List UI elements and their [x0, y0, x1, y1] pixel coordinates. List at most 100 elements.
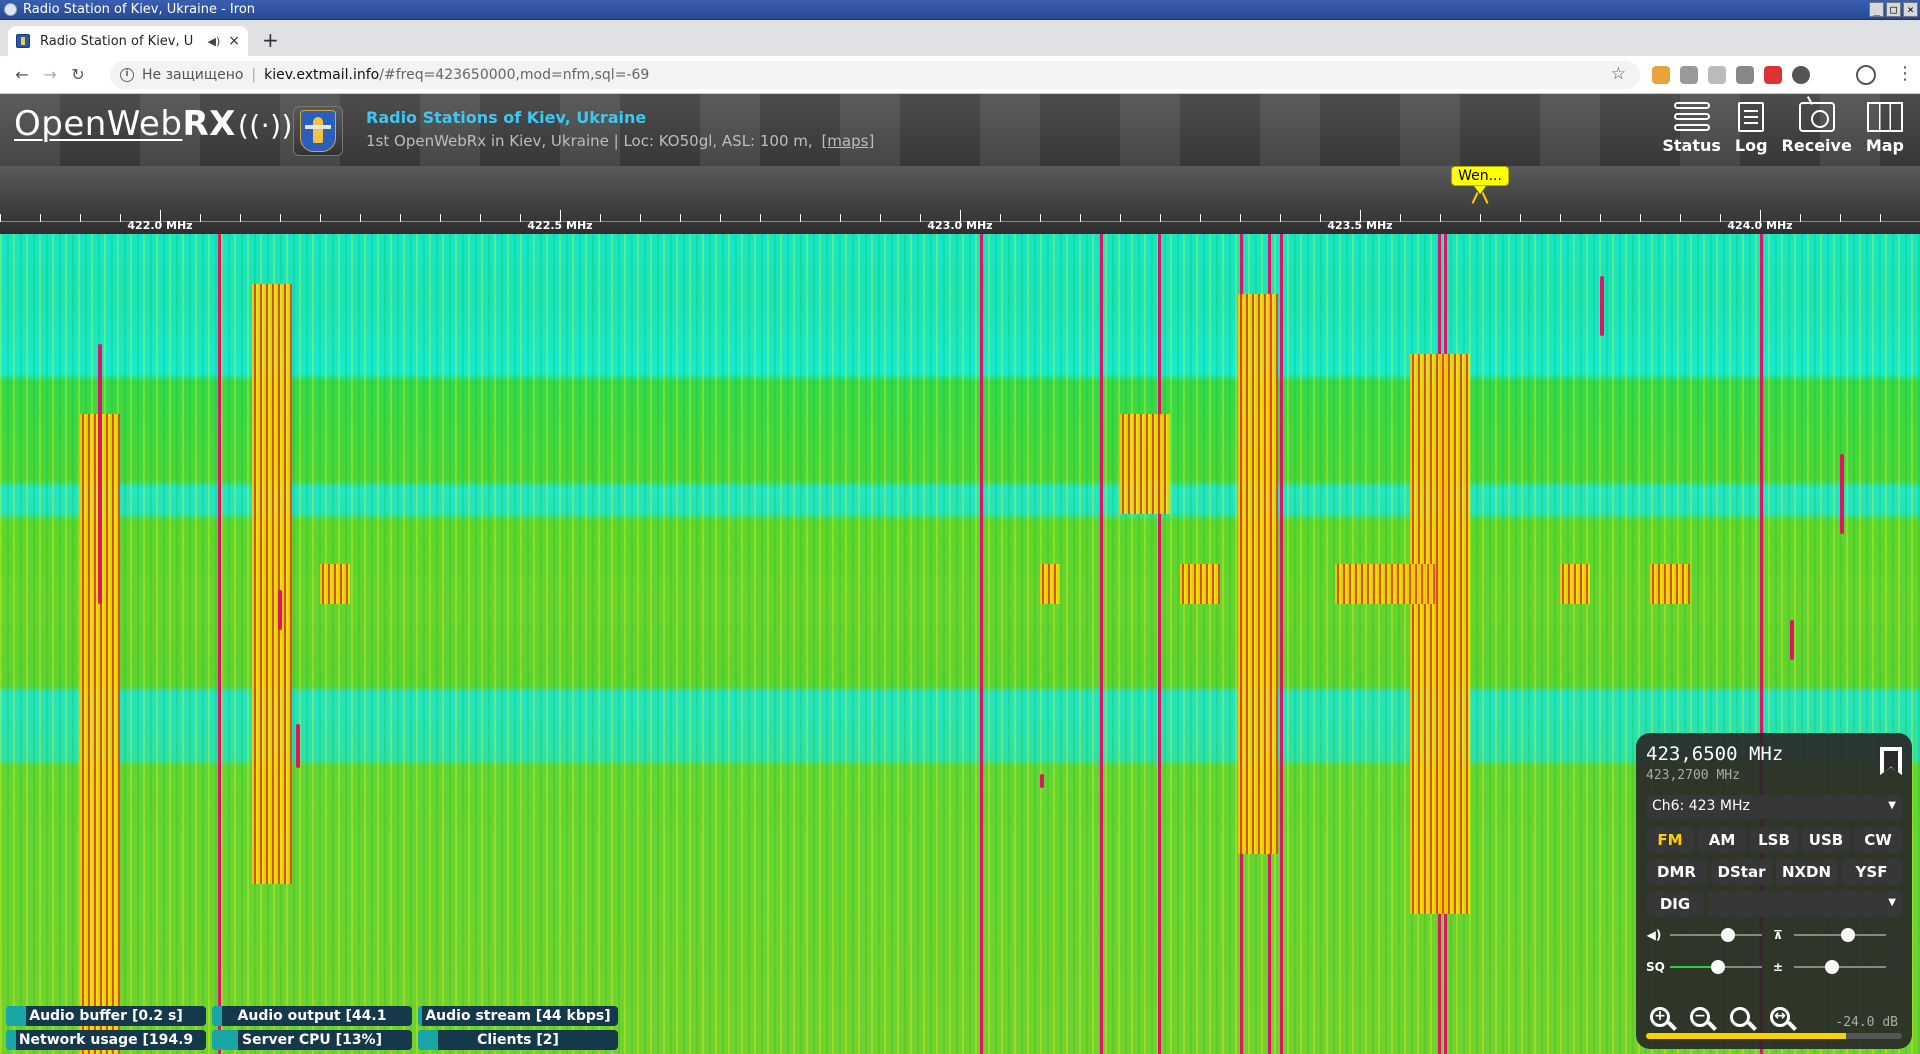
scale-tick [1520, 214, 1521, 222]
back-arrow-icon[interactable]: ← [8, 65, 36, 84]
openwebrx-logo[interactable]: OpenWebRX((·)) [14, 104, 293, 144]
scale-tick [1560, 214, 1561, 222]
signal-cluster [1650, 564, 1690, 604]
address-bar[interactable]: i Не защищено | kiev.extmail.info /#freq… [110, 61, 1640, 89]
signal-burst [1790, 620, 1794, 660]
close-window-button[interactable]: × [1903, 2, 1918, 17]
map-button[interactable]: Map [1866, 102, 1904, 155]
gain-slider-knob[interactable] [1825, 960, 1839, 974]
scale-tick [520, 214, 521, 222]
forward-arrow-icon[interactable]: → [36, 65, 64, 84]
zoom-in-icon[interactable]: + [1646, 1003, 1678, 1035]
slider-row-squelch: SQ ± [1646, 959, 1886, 975]
scale-tick [680, 214, 681, 222]
log-icon [1738, 102, 1765, 132]
mode-nxdn-button[interactable]: NXDN [1776, 859, 1837, 885]
audio-buffer-bar: Audio buffer [0.2 s] [6, 1006, 206, 1026]
extension-leaf-icon[interactable] [1708, 66, 1726, 84]
mode-dmr-button[interactable]: DMR [1646, 859, 1707, 885]
maximize-button[interactable]: □ [1886, 2, 1901, 17]
zoom-out-icon[interactable]: − [1686, 1003, 1718, 1035]
network-usage-bar: Network usage [194.9 [6, 1030, 206, 1050]
status-icon [1673, 102, 1710, 132]
mode-am-button[interactable]: AM [1698, 827, 1746, 853]
mode-dig-button[interactable]: DIG [1646, 891, 1704, 917]
new-tab-button[interactable]: + [262, 28, 279, 52]
scale-tick [920, 214, 921, 222]
audio-buffer-label: Audio buffer [0.2 s] [29, 1008, 183, 1024]
noise-reduction-slider[interactable] [1794, 927, 1886, 943]
gain-slider[interactable] [1794, 959, 1886, 975]
extension-house-icon[interactable] [1652, 66, 1670, 84]
mode-fm-button[interactable]: FM [1646, 827, 1694, 853]
extension-home-icon[interactable] [1736, 66, 1754, 84]
status-button[interactable]: Status [1662, 102, 1721, 155]
extension-red-icon[interactable] [1764, 66, 1782, 84]
scale-tick [1680, 214, 1681, 222]
reload-icon[interactable]: ↻ [64, 65, 92, 84]
receive-button[interactable]: Receive [1782, 102, 1852, 155]
mode-ysf-button[interactable]: YSF [1841, 859, 1902, 885]
scale-tick [1000, 214, 1001, 222]
scale-tick [600, 214, 601, 222]
extension-circle-icon[interactable] [1792, 66, 1810, 84]
signal-cluster [1180, 564, 1220, 604]
status-bars: Audio buffer [0.2 s] Audio output [44.1 … [6, 1006, 618, 1050]
noise-reduction-knob[interactable] [1841, 928, 1855, 942]
scale-tick [1120, 214, 1121, 222]
volume-slider-knob[interactable] [1721, 928, 1735, 942]
scale-tick [360, 214, 361, 222]
zoom-center-icon[interactable]: ↔ [1766, 1003, 1798, 1035]
receive-button-label: Receive [1781, 136, 1852, 155]
mode-dstar-button[interactable]: DStar [1711, 859, 1772, 885]
site-info-icon[interactable]: i [120, 68, 134, 82]
scale-tick [1400, 214, 1401, 222]
navigation-bar: ← → ↻ i Не защищено | kiev.extmail.info … [0, 56, 1920, 94]
bookmark-star-icon[interactable]: ☆ [1611, 64, 1626, 84]
header-buttons: Status Log Receive Map [1662, 102, 1904, 155]
gain-icon[interactable]: ± [1770, 959, 1786, 975]
scale-tick [120, 214, 121, 222]
maps-link[interactable]: [maps] [821, 132, 874, 150]
mode-lsb-button[interactable]: LSB [1750, 827, 1798, 853]
mode-cw-button[interactable]: CW [1854, 827, 1902, 853]
audio-playing-icon[interactable]: ◀) [208, 35, 221, 48]
noise-reduction-icon[interactable]: ⊼ [1770, 927, 1786, 943]
volume-slider[interactable] [1670, 927, 1762, 943]
browser-menu-icon[interactable]: ⋮ [1896, 65, 1914, 83]
log-button[interactable]: Log [1735, 102, 1768, 155]
squelch-icon[interactable]: SQ [1646, 959, 1665, 975]
audio-stream-bar: Audio stream [44 kbps] [418, 1006, 618, 1026]
tab-close-button[interactable]: × [228, 33, 240, 49]
scale-tick [480, 214, 481, 222]
scale-tick [720, 214, 721, 222]
signal-cluster [1120, 414, 1170, 514]
extension-icons [1652, 66, 1810, 84]
squelch-slider[interactable] [1670, 959, 1762, 975]
scale-tick [1640, 214, 1641, 222]
mode-usb-button[interactable]: USB [1802, 827, 1850, 853]
scale-tick [40, 214, 41, 222]
extension-shield-icon[interactable] [1680, 66, 1698, 84]
logo-text-bold: RX [182, 104, 236, 144]
frequency-scale[interactable]: 422.0 MHz 422.5 MHz 423.0 MHz 423.5 MHz … [0, 166, 1920, 234]
zoom-reset-icon[interactable] [1726, 1003, 1758, 1035]
frequency-bookmark[interactable]: Wen... [1451, 166, 1509, 194]
signal-burst [278, 590, 282, 630]
network-usage-label: Network usage [194.9 [18, 1032, 194, 1048]
digital-mode-select[interactable]: ▼ [1708, 891, 1902, 917]
scale-tick [1160, 214, 1161, 222]
mode-row-digital: DMR DStar NXDN YSF [1646, 859, 1902, 885]
scale-tick [1280, 214, 1281, 222]
channel-select[interactable]: Ch6: 423 MHz ▼ [1646, 795, 1902, 819]
scale-tick [560, 210, 561, 222]
minimize-button[interactable]: _ [1869, 2, 1884, 17]
profile-icon[interactable] [1856, 65, 1876, 85]
tuned-frequency[interactable]: 423,6500 MHz [1646, 743, 1783, 765]
bookmark-icon[interactable] [1880, 747, 1902, 775]
waterfall-display[interactable] [0, 234, 1920, 1054]
signal-cluster [1410, 354, 1470, 914]
tab-openwebrx[interactable]: Radio Station of Kiev, U ◀) × [8, 26, 248, 56]
scale-tick [1600, 214, 1601, 222]
squelch-slider-knob[interactable] [1711, 960, 1725, 974]
